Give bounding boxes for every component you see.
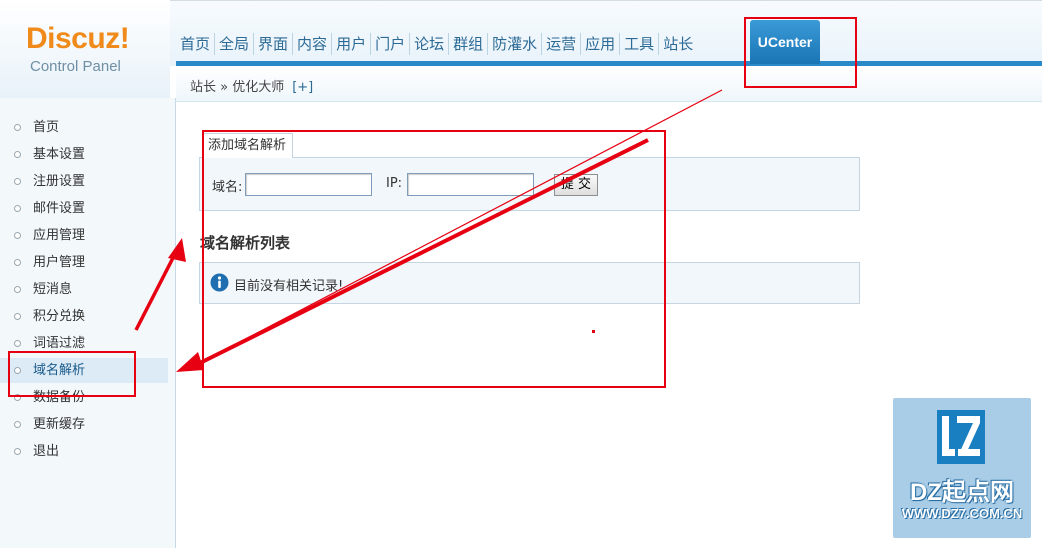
sidebar-item-register-settings[interactable]: 注册设置 xyxy=(0,169,168,194)
sidebar-item-mail-settings[interactable]: 邮件设置 xyxy=(0,196,168,221)
dz-logo-icon xyxy=(937,410,985,464)
bullet-icon xyxy=(14,178,21,185)
add-to-favorites-link[interactable]: [+] xyxy=(292,80,313,95)
sidebar-item-label: 首页 xyxy=(33,120,60,135)
annotation-box-sidebar xyxy=(8,351,136,397)
nav-interface[interactable]: 界面 xyxy=(254,33,294,55)
sidebar-item-home[interactable]: 首页 xyxy=(0,115,168,140)
sidebar-item-user-management[interactable]: 用户管理 xyxy=(0,250,168,275)
sidebar: 首页 基本设置 注册设置 邮件设置 应用管理 用户管理 短消息 积分兑换 词语过… xyxy=(0,98,176,548)
sidebar-item-label: 注册设置 xyxy=(33,174,86,189)
nav-content[interactable]: 内容 xyxy=(293,33,333,55)
nav-antispam[interactable]: 防灌水 xyxy=(488,33,543,55)
page: Discuz! Control Panel 首页 全局 界面 内容 用户 门户 … xyxy=(0,0,1042,548)
sidebar-item-label: 用户管理 xyxy=(33,255,86,270)
bullet-icon xyxy=(14,421,21,428)
sidebar-item-label: 退出 xyxy=(33,444,60,459)
breadcrumb-bar: 站长 » 优化大师 [+] xyxy=(176,66,1042,102)
breadcrumb-path: 站长 » 优化大师 xyxy=(190,80,285,95)
nav-forum[interactable]: 论坛 xyxy=(410,33,450,55)
watermark-url: WWW.DZ7.COM.CN xyxy=(901,506,1023,521)
bullet-icon xyxy=(14,340,21,347)
nav-portal[interactable]: 门户 xyxy=(371,33,411,55)
nav-operations[interactable]: 运营 xyxy=(542,33,582,55)
annotation-box-content xyxy=(202,130,666,388)
sidebar-item-label: 短消息 xyxy=(33,282,73,297)
sidebar-item-label: 词语过滤 xyxy=(33,336,86,351)
bullet-icon xyxy=(14,151,21,158)
sidebar-item-app-management[interactable]: 应用管理 xyxy=(0,223,168,248)
bullet-icon xyxy=(14,205,21,212)
watermark-text: DZ起点网 xyxy=(910,479,1014,506)
nav-tools[interactable]: 工具 xyxy=(620,33,660,55)
bullet-icon xyxy=(14,286,21,293)
top-nav: 首页 全局 界面 内容 用户 门户 论坛 群组 防灌水 运营 应用 工具 站长 xyxy=(176,30,697,58)
nav-users[interactable]: 用户 xyxy=(332,33,372,55)
sidebar-item-basic-settings[interactable]: 基本设置 xyxy=(0,142,168,167)
bullet-icon xyxy=(14,232,21,239)
sidebar-item-label: 邮件设置 xyxy=(33,201,86,216)
sidebar-item-label: 基本设置 xyxy=(33,147,86,162)
bullet-icon xyxy=(14,448,21,455)
nav-home[interactable]: 首页 xyxy=(176,33,216,55)
nav-apps[interactable]: 应用 xyxy=(581,33,621,55)
sidebar-item-label: 更新缓存 xyxy=(33,417,86,432)
sidebar-item-messages[interactable]: 短消息 xyxy=(0,277,168,302)
breadcrumb: 站长 » 优化大师 [+] xyxy=(190,76,313,95)
logo-word: Discuz! xyxy=(26,22,130,55)
sidebar-item-credit-exchange[interactable]: 积分兑换 xyxy=(0,304,168,329)
nav-groups[interactable]: 群组 xyxy=(449,33,489,55)
nav-webmaster[interactable]: 站长 xyxy=(659,33,697,55)
sidebar-item-logout[interactable]: 退出 xyxy=(0,439,168,464)
bullet-icon xyxy=(14,124,21,131)
sidebar-item-label: 应用管理 xyxy=(33,228,86,243)
logo-subtitle: Control Panel xyxy=(30,58,121,75)
sidebar-item-label: 积分兑换 xyxy=(33,309,86,324)
nav-global[interactable]: 全局 xyxy=(215,33,255,55)
bullet-icon xyxy=(14,313,21,320)
annotation-box-ucenter xyxy=(744,17,857,88)
sidebar-item-update-cache[interactable]: 更新缓存 xyxy=(0,412,168,437)
logo: Discuz! Control Panel xyxy=(0,0,170,98)
watermark-logo: DZ起点网 WWW.DZ7.COM.CN xyxy=(893,398,1031,538)
bullet-icon xyxy=(14,259,21,266)
